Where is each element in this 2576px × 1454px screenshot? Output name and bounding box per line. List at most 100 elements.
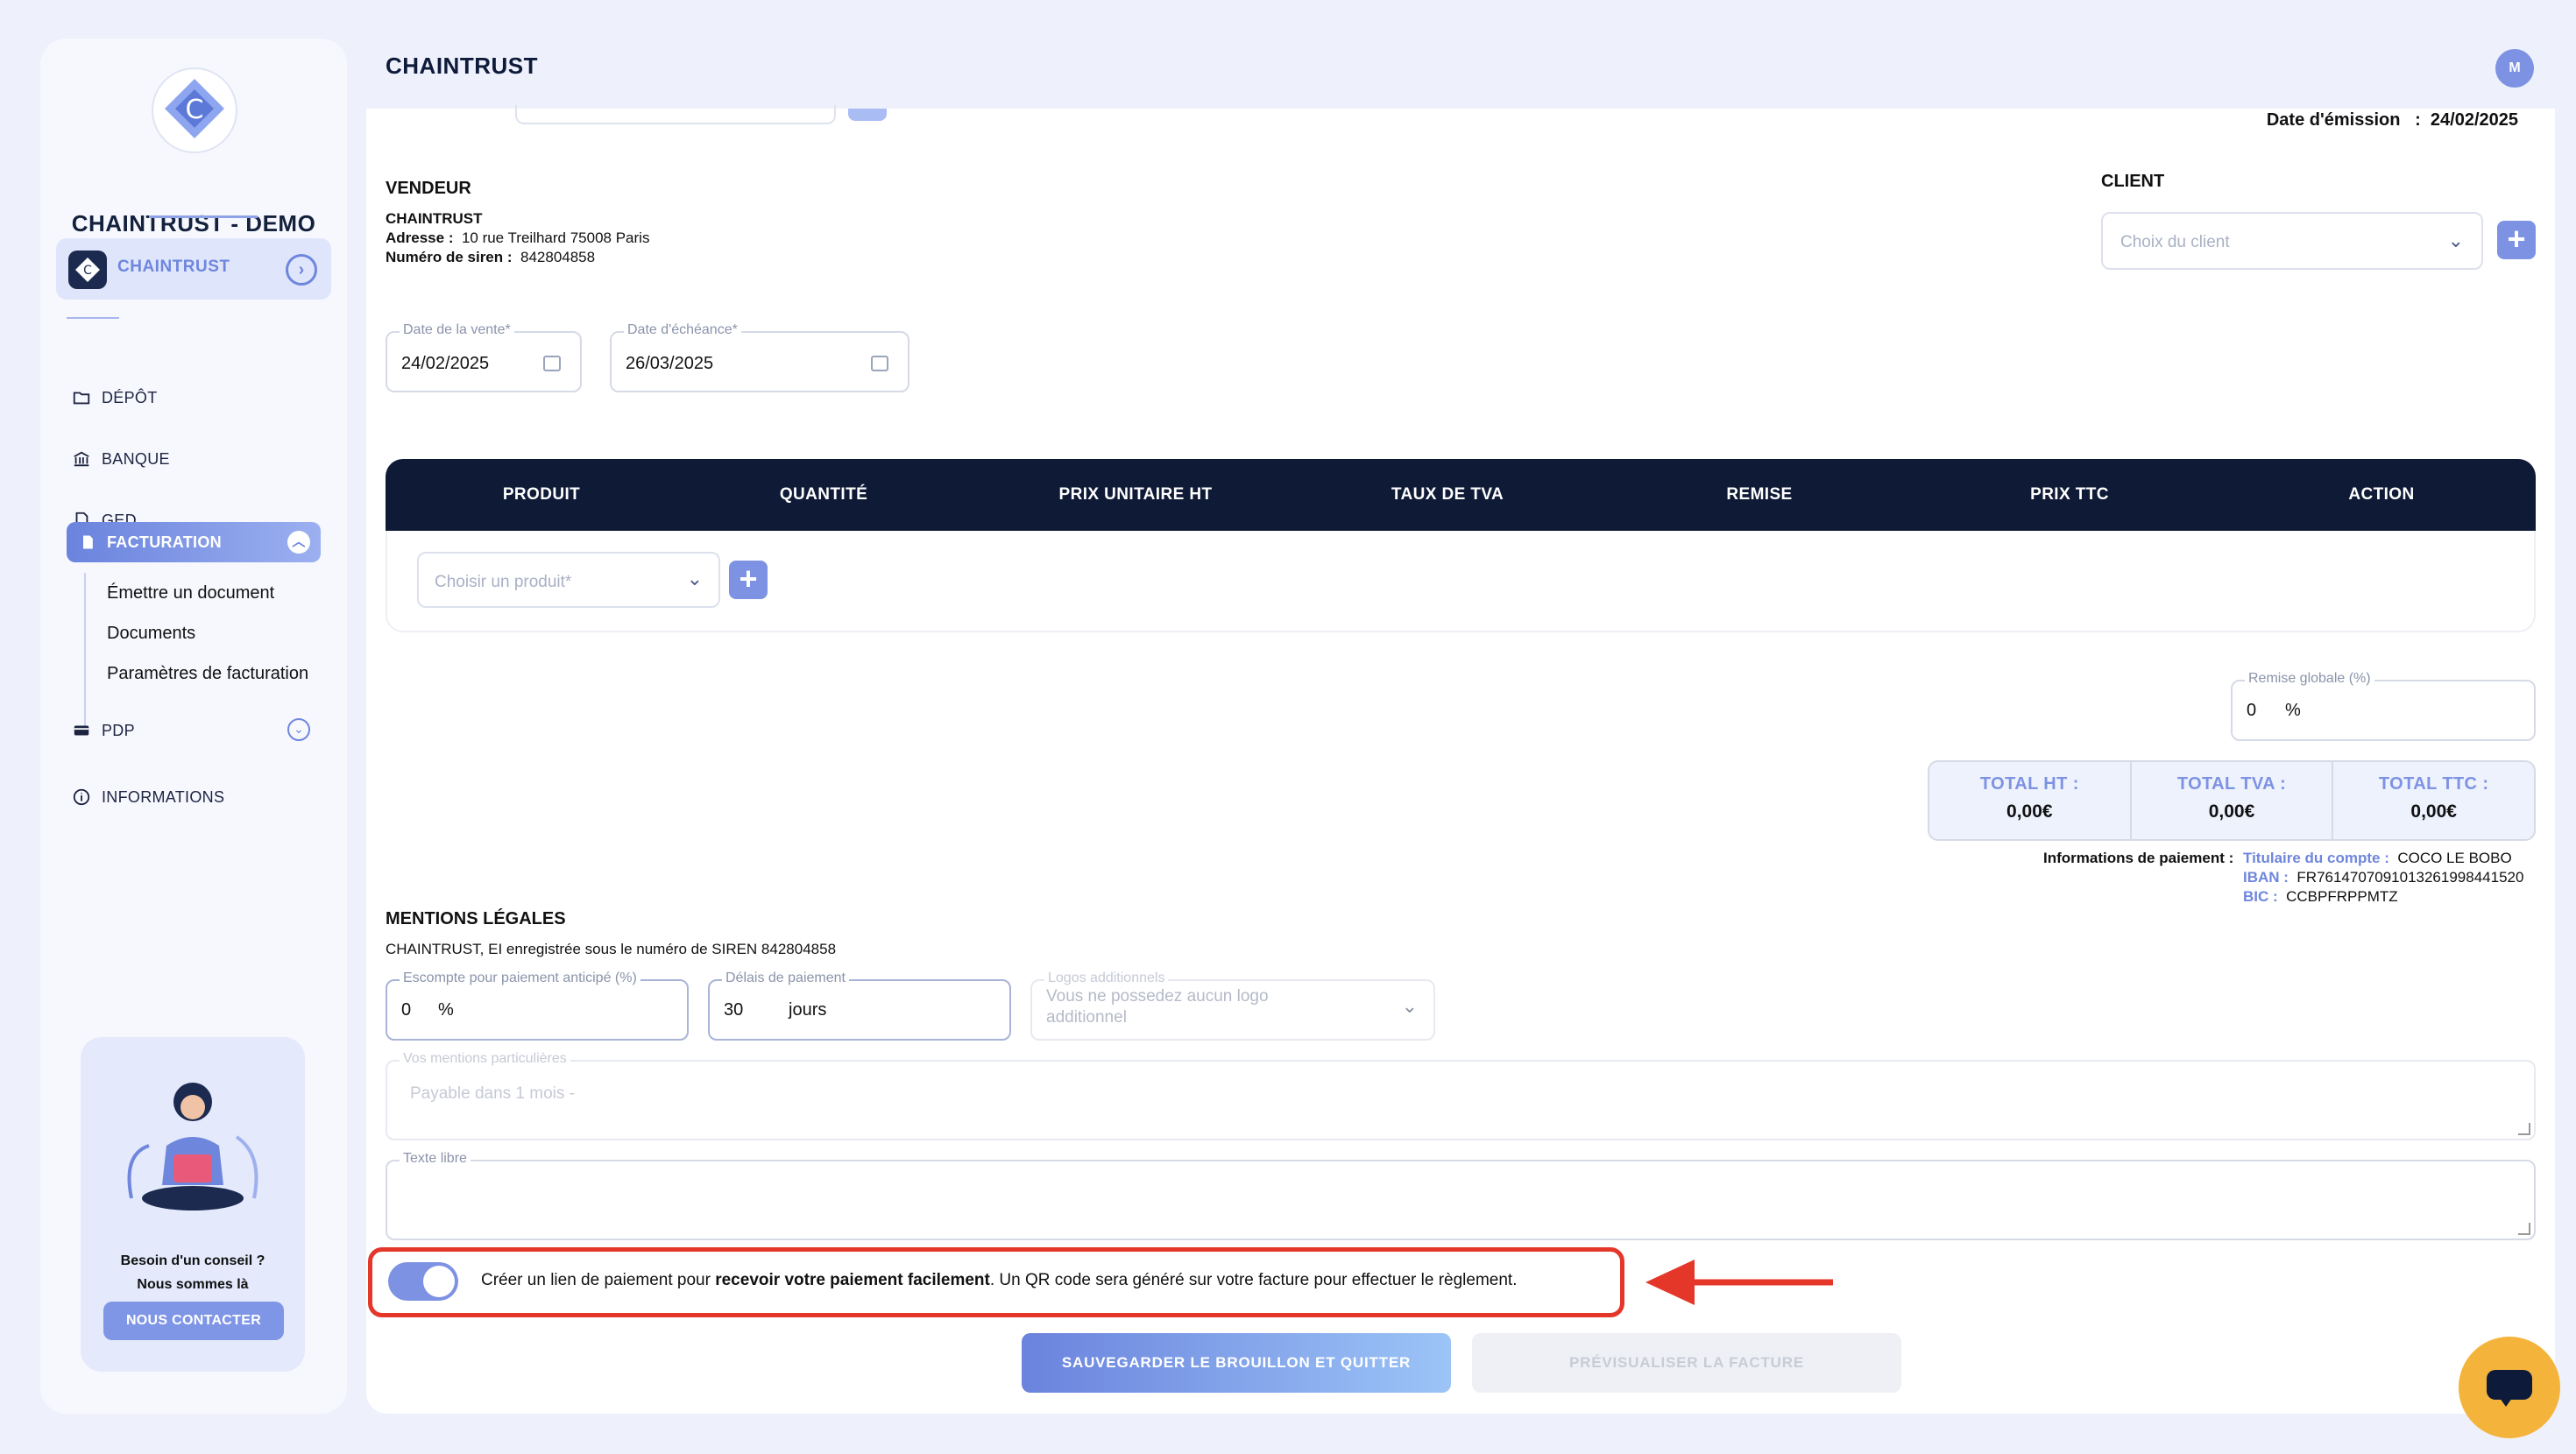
add-client-button[interactable]: +	[2497, 221, 2536, 259]
logos-label: Logos additionnels	[1044, 971, 1169, 986]
divider	[67, 317, 119, 319]
bic-value: CCBPFRPPMTZ	[2286, 888, 2398, 905]
payment-bic: BIC : CCBPFRPPMTZ	[2243, 888, 2398, 906]
col-remise: REMISE	[1726, 485, 1793, 504]
chat-bubble-tail	[2497, 1394, 2515, 1407]
bic-label: BIC :	[2243, 888, 2278, 905]
company-switcher[interactable]: C CHAINTRUST ›	[56, 238, 331, 300]
total-ttc-value: 0,00€	[2410, 801, 2457, 822]
payment-link-toggle[interactable]	[388, 1262, 458, 1301]
total-tva-value: 0,00€	[2208, 801, 2255, 822]
date-echeance-label: Date d'échéance*	[624, 322, 741, 338]
total-ttc-label: TOTAL TTC :	[2378, 774, 2489, 794]
product-select[interactable]: Choisir un produit* ⌄	[417, 552, 720, 608]
remise-globale-field[interactable]: Remise globale (%) 0 %	[2231, 671, 2536, 741]
scrolled-input[interactable]	[515, 105, 836, 124]
avatar[interactable]: M	[2495, 49, 2534, 88]
total-tva-label: TOTAL TVA :	[2176, 774, 2287, 794]
vendeur-title: VENDEUR	[386, 179, 471, 198]
resize-handle-icon[interactable]	[2518, 1223, 2530, 1235]
nav-informations[interactable]: INFORMATIONS	[72, 780, 224, 815]
mentions-subtitle: CHAINTRUST, EI enregistrée sous le numér…	[386, 941, 837, 957]
add-product-button[interactable]: +	[729, 561, 768, 599]
payment-link-text-2: . Un QR code sera généré sur votre factu…	[989, 1271, 1518, 1289]
svg-text:C: C	[186, 95, 204, 125]
vendeur-name: CHAINTRUST	[386, 210, 483, 227]
date-vente-value: 24/02/2025	[401, 354, 490, 373]
date-echeance-field[interactable]: Date d'échéance* 26/03/2025	[610, 322, 909, 392]
payment-iban: IBAN : FR7614707091013261998441520	[2243, 869, 2523, 886]
resize-handle-icon[interactable]	[2518, 1123, 2530, 1135]
payment-info-label: Informations de paiement :	[2043, 850, 2234, 866]
client-placeholder: Choix du client	[2120, 233, 2230, 251]
card-icon	[74, 725, 89, 736]
payment-link-text: Créer un lien de paiement pour recevoir …	[481, 1271, 1518, 1290]
support-illustration-icon	[127, 1083, 258, 1210]
mentions-particulieres-field[interactable]: Vos mentions particulières Payable dans …	[386, 1051, 2536, 1140]
logos-placeholder-2: additionnel	[1046, 1008, 1127, 1027]
escompte-field[interactable]: Escompte pour paiement anticipé (%) 0 %	[386, 971, 689, 1041]
chevron-down-icon: ⌄	[2447, 229, 2464, 251]
chevron-down-icon[interactable]: ⌄	[287, 718, 310, 741]
info-icon	[73, 788, 90, 806]
escompte-label: Escompte pour paiement anticipé (%)	[400, 971, 640, 986]
nav-depot[interactable]: DÉPÔT	[72, 380, 158, 415]
brand-name: CHAINTRUST - DEMO	[71, 210, 316, 236]
contact-button[interactable]: NOUS CONTACTER	[103, 1302, 284, 1340]
remise-globale-unit: %	[2285, 701, 2301, 720]
chevron-down-icon: ⌄	[1401, 995, 1418, 1017]
scrolled-button[interactable]	[848, 109, 887, 121]
nav-facturation-label: FACTURATION	[107, 533, 222, 551]
date-vente-field[interactable]: Date de la vente* 24/02/2025	[386, 322, 582, 392]
chat-button[interactable]	[2459, 1337, 2560, 1438]
col-taux-tva: TAUX DE TVA	[1391, 485, 1504, 504]
invoice-icon	[83, 535, 93, 549]
mentions-title: MENTIONS LÉGALES	[386, 909, 566, 928]
sidebar: C CHAINTRUST - DEMO C CHAINTRUST › DÉPÔT…	[40, 39, 347, 1414]
bank-icon	[74, 451, 89, 467]
subnav-emettre[interactable]: Émettre un document	[107, 583, 274, 603]
subnav-documents[interactable]: Documents	[107, 624, 195, 644]
remise-globale-value: 0	[2247, 701, 2257, 720]
payment-link-option: Créer un lien de paiement pour recevoir …	[368, 1247, 1624, 1317]
nav-pdp[interactable]: PDP	[72, 713, 135, 748]
delais-value: 30	[724, 1000, 744, 1020]
siren-label: Numéro de siren :	[386, 249, 513, 265]
nav-informations-label: INFORMATIONS	[102, 787, 225, 806]
payment-holder: Titulaire du compte : COCO LE BOBO	[2243, 850, 2512, 867]
vendeur-siren: Numéro de siren : 842804858	[386, 249, 595, 266]
delais-label: Délais de paiement	[722, 971, 849, 986]
remise-globale-label: Remise globale (%)	[2245, 671, 2374, 687]
mentions-particulieres-label: Vos mentions particulières	[400, 1051, 570, 1067]
brand-underline	[149, 215, 258, 218]
date-emission-label: Date d'émission	[2266, 110, 2401, 130]
delais-unit: jours	[789, 1000, 827, 1020]
company-name: CHAINTRUST	[117, 258, 230, 276]
logos-select[interactable]: Logos additionnels Vous ne possedez aucu…	[1030, 971, 1435, 1041]
nav-banque[interactable]: BANQUE	[72, 441, 170, 476]
col-prix-unitaire: PRIX UNITAIRE HT	[1058, 485, 1213, 504]
total-ht-value: 0,00€	[2006, 801, 2053, 822]
calendar-icon[interactable]	[871, 356, 888, 371]
address-label: Adresse :	[386, 229, 454, 246]
iban-label: IBAN :	[2243, 869, 2289, 886]
help-line-2: Nous sommes là	[137, 1277, 249, 1292]
client-select[interactable]: Choix du client ⌄	[2101, 212, 2483, 270]
calendar-icon[interactable]	[543, 356, 561, 371]
subnav-parametres[interactable]: Paramètres de facturation	[107, 664, 308, 684]
total-ht: TOTAL HT : 0,00€	[1929, 762, 2132, 839]
siren-value: 842804858	[520, 249, 596, 265]
chevron-up-icon[interactable]: ︿	[287, 531, 310, 554]
nav-facturation[interactable]: FACTURATION ︿	[67, 522, 321, 562]
svg-text:C: C	[83, 264, 92, 278]
chevron-right-icon[interactable]: ›	[286, 254, 317, 286]
save-draft-button[interactable]: SAUVEGARDER LE BROUILLON ET QUITTER	[1022, 1333, 1451, 1393]
preview-invoice-button[interactable]: PRÉVISUALISER LA FACTURE	[1472, 1333, 1901, 1393]
col-produit: PRODUIT	[502, 485, 581, 504]
escompte-unit: %	[438, 1000, 454, 1020]
texte-libre-field[interactable]: Texte libre	[386, 1151, 2536, 1240]
delais-field[interactable]: Délais de paiement 30 jours	[708, 971, 1011, 1041]
date-emission-sep: :	[2405, 110, 2431, 130]
holder-value: COCO LE BOBO	[2397, 850, 2512, 866]
date-vente-label: Date de la vente*	[400, 322, 514, 338]
